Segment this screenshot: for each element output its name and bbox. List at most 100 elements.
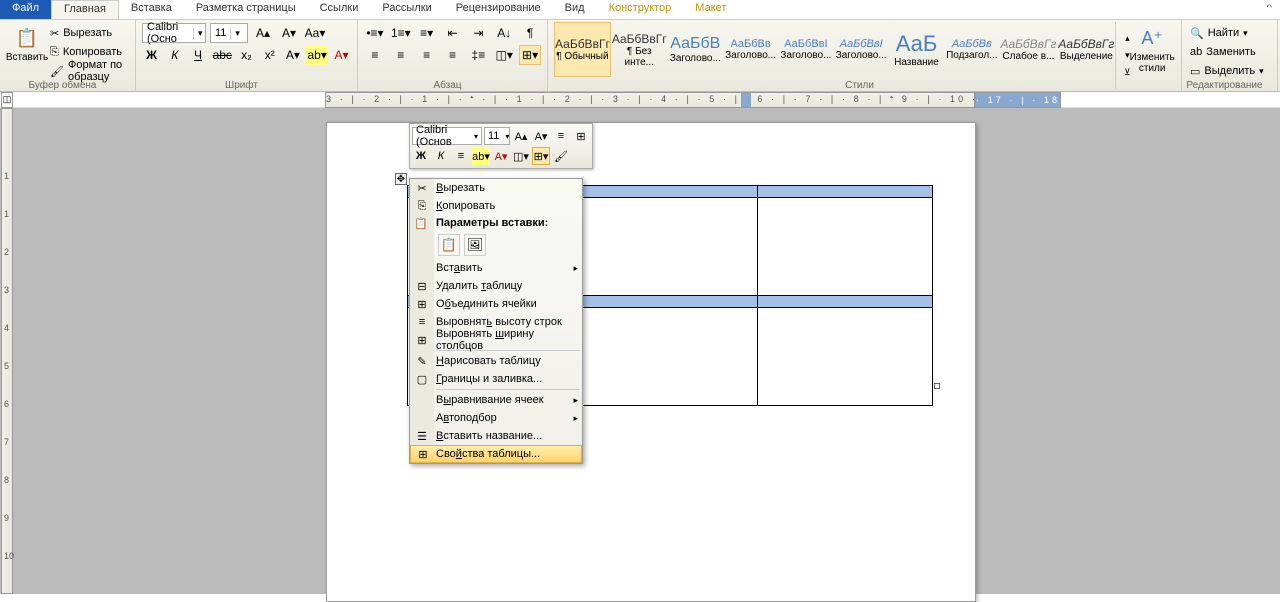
change-styles-button[interactable]: A⁺ Изменить стили — [1129, 22, 1175, 77]
paste-keep-formatting[interactable]: 📋 — [438, 234, 460, 256]
tab-references[interactable]: Ссылки — [308, 0, 371, 19]
highlight-button[interactable]: ab▾ — [306, 45, 327, 65]
ctx-insert[interactable]: Вставить▸ — [410, 259, 582, 277]
subscript-button[interactable]: x₂ — [237, 45, 256, 65]
tab-home[interactable]: Главная — [51, 0, 119, 19]
align-left-button[interactable]: ≡ — [364, 45, 386, 65]
mini-format-painter[interactable]: 🖌 — [552, 147, 570, 165]
underline-button[interactable]: Ч — [188, 45, 207, 65]
shading-button[interactable]: ◫▾ — [493, 45, 515, 65]
ruler-nav-cell[interactable]: ◫ — [1, 92, 13, 108]
justify-button[interactable]: ≡ — [442, 45, 464, 65]
collapse-ribbon-icon[interactable]: ᴖ — [1258, 0, 1280, 19]
decrease-indent-button[interactable]: ⇤ — [442, 23, 464, 43]
bold-button[interactable]: Ж — [142, 45, 161, 65]
numbering-button[interactable]: 1≡▾ — [390, 23, 412, 43]
align-center-button[interactable]: ≡ — [390, 45, 412, 65]
mini-align[interactable]: ≡ — [452, 147, 470, 165]
ctx-insert-caption[interactable]: ☰Вставить название... — [410, 427, 582, 445]
ctx-cell-alignment[interactable]: Выравнивание ячеек▸ — [410, 391, 582, 409]
mini-ruler[interactable]: ⊞ — [572, 127, 590, 145]
mini-styles[interactable]: ≡ — [552, 127, 570, 145]
find-label: Найти — [1208, 27, 1239, 39]
style-heading4[interactable]: АаБбВвIЗаголово... — [834, 22, 889, 77]
ruler2-values: · 17 · | · 18 — [976, 95, 1060, 105]
ruler-scale[interactable]: 3 · | · 2 · | · 1 · | · 𝄌 · | · 1 · | · … — [325, 92, 975, 108]
text-effects-button[interactable]: A▾ — [283, 45, 302, 65]
ruler-vertical[interactable]: 1 1 2 3 4 5 6 7 8 9 10 — [1, 108, 13, 594]
style-heading1[interactable]: АаБбВЗаголово... — [668, 22, 723, 77]
style-emphasis[interactable]: АаБбВвГгВыделение — [1057, 22, 1115, 77]
ctx-draw-table[interactable]: ✎Нарисовать таблицу — [410, 352, 582, 370]
cut-button[interactable]: ✂Вырезать — [48, 24, 129, 42]
paste-label: Вставить — [6, 52, 48, 63]
strikethrough-button[interactable]: abc — [212, 45, 233, 65]
select-button[interactable]: ▭Выделить▾ — [1188, 62, 1271, 80]
tab-table-design[interactable]: Конструктор — [597, 0, 684, 19]
line-spacing-button[interactable]: ‡≡ — [467, 45, 489, 65]
table-resize-handle[interactable] — [934, 383, 940, 389]
tab-file[interactable]: Файл — [0, 0, 51, 19]
style-name: Заголово... — [780, 50, 831, 61]
tab-page-layout[interactable]: Разметка страницы — [184, 0, 308, 19]
italic-button[interactable]: К — [165, 45, 184, 65]
ctx-paste-options-label: 📋Параметры вставки: — [410, 215, 582, 231]
font-size-value: 11 — [211, 27, 230, 39]
tab-view[interactable]: Вид — [553, 0, 597, 19]
font-color-button[interactable]: A▾ — [332, 45, 351, 65]
bullets-button[interactable]: •≡▾ — [364, 23, 386, 43]
select-label: Выделить — [1204, 65, 1255, 77]
table-move-handle[interactable]: ✥ — [395, 173, 407, 185]
format-painter-button[interactable]: 🖌Формат по образцу — [48, 62, 129, 80]
ctx-autofit[interactable]: Автоподбор▸ — [410, 409, 582, 427]
ctx-cut[interactable]: ✂Вырезать — [410, 179, 582, 197]
shrink-font-button[interactable]: A▾ — [278, 23, 300, 43]
style-name: Подзагол... — [946, 50, 997, 61]
style-heading3[interactable]: АаБбВвIЗаголово... — [778, 22, 833, 77]
paste-button[interactable]: 📋 Вставить — [6, 22, 48, 77]
style-name: Название — [894, 57, 939, 68]
clipboard-group-label: Буфер обмена — [0, 80, 125, 91]
grow-font-button[interactable]: A▴ — [252, 23, 274, 43]
find-button[interactable]: 🔍Найти▾ — [1188, 24, 1271, 42]
mini-grow-font[interactable]: A▴ — [512, 127, 530, 145]
ctx-delete-table[interactable]: ⊟Удалить таблицу — [410, 277, 582, 295]
mini-font-combo[interactable]: Calibri (Основ▾ — [412, 127, 482, 145]
mini-italic[interactable]: К — [432, 147, 450, 165]
tab-table-layout[interactable]: Макет — [683, 0, 738, 19]
tab-mailings[interactable]: Рассылки — [370, 0, 443, 19]
tab-insert[interactable]: Вставка — [119, 0, 184, 19]
font-size-combo[interactable]: 11▾ — [210, 23, 248, 43]
replace-button[interactable]: abЗаменить — [1188, 43, 1271, 61]
mini-borders[interactable]: ⊞▾ — [532, 147, 550, 165]
style-subtle-emph[interactable]: АаБбВвГгСлабое в... — [999, 22, 1057, 77]
ctx-merge-cells[interactable]: ⊞Объединить ячейки — [410, 295, 582, 313]
ctx-copy[interactable]: ⎘Копировать — [410, 197, 582, 215]
style-normal[interactable]: АаБбВвГг¶ Обычный — [554, 22, 611, 77]
align-right-button[interactable]: ≡ — [416, 45, 438, 65]
superscript-button[interactable]: x² — [260, 45, 279, 65]
ctx-distribute-cols[interactable]: ⊞Выровнять ширину столбцов — [410, 331, 582, 349]
change-case-button[interactable]: Aa▾ — [304, 23, 326, 43]
paste-merge[interactable]: 🖼 — [464, 234, 486, 256]
multilevel-button[interactable]: ≡▾ — [416, 23, 438, 43]
document-page[interactable]: ✥ Calibri (Основ▾ 11▾ A▴ A▾ ≡ ⊞ Ж К ≡ ab… — [326, 122, 976, 602]
show-marks-button[interactable]: ¶ — [519, 23, 541, 43]
ctx-borders-shading[interactable]: ▢Границы и заливка... — [410, 370, 582, 388]
style-no-spacing[interactable]: АаБбВвГг¶ Без инте... — [611, 22, 668, 77]
sort-button[interactable]: A↓ — [493, 23, 515, 43]
mini-size-combo[interactable]: 11▾ — [484, 127, 510, 145]
font-name-combo[interactable]: Calibri (Осно▾ — [142, 23, 206, 43]
style-heading2[interactable]: АаБбВвЗаголово... — [723, 22, 778, 77]
increase-indent-button[interactable]: ⇥ — [467, 23, 489, 43]
ctx-table-properties[interactable]: ⊞Свойства таблицы... — [410, 445, 582, 463]
borders-button[interactable]: ⊞▾ — [519, 45, 541, 65]
style-subtitle[interactable]: АаБбВвПодзагол... — [944, 22, 999, 77]
style-title[interactable]: АаБНазвание — [889, 22, 944, 77]
mini-highlight[interactable]: ab▾ — [472, 147, 490, 165]
tab-review[interactable]: Рецензирование — [444, 0, 553, 19]
mini-shrink-font[interactable]: A▾ — [532, 127, 550, 145]
mini-shading[interactable]: ◫▾ — [512, 147, 530, 165]
mini-font-color[interactable]: A▾ — [492, 147, 510, 165]
mini-bold[interactable]: Ж — [412, 147, 430, 165]
